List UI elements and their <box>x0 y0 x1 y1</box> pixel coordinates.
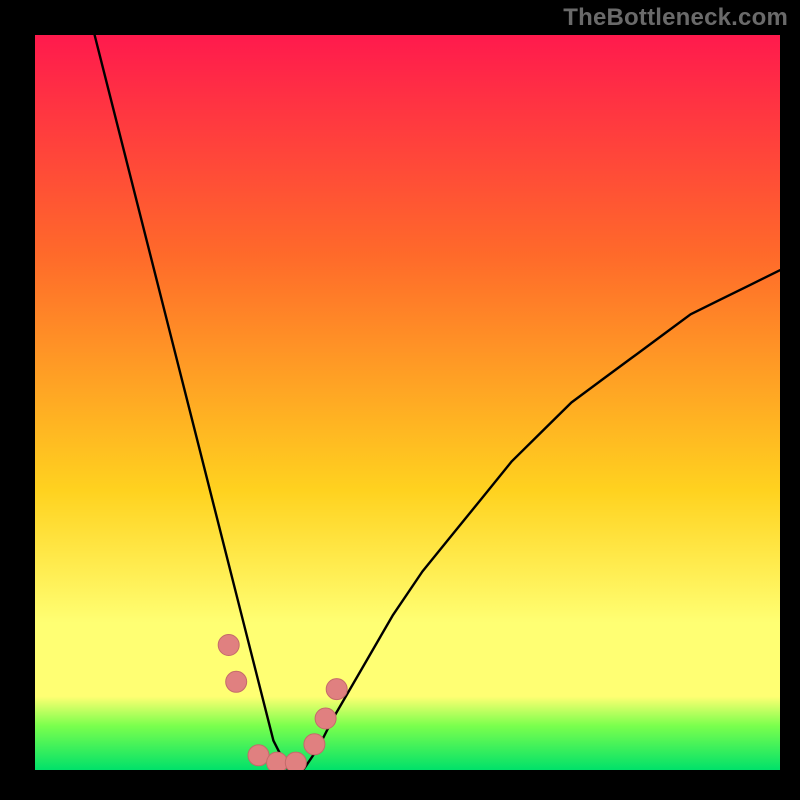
valley-marker <box>226 671 247 692</box>
valley-marker <box>267 752 288 773</box>
valley-marker <box>285 752 306 773</box>
valley-marker <box>218 635 239 656</box>
watermark-text: TheBottleneck.com <box>563 4 788 32</box>
valley-marker <box>326 679 347 700</box>
valley-marker <box>315 708 336 729</box>
valley-marker <box>248 745 269 766</box>
bottleneck-chart <box>0 0 800 800</box>
heat-gradient-area <box>35 35 780 770</box>
valley-marker <box>304 734 325 755</box>
chart-frame: TheBottleneck.com <box>0 0 800 800</box>
